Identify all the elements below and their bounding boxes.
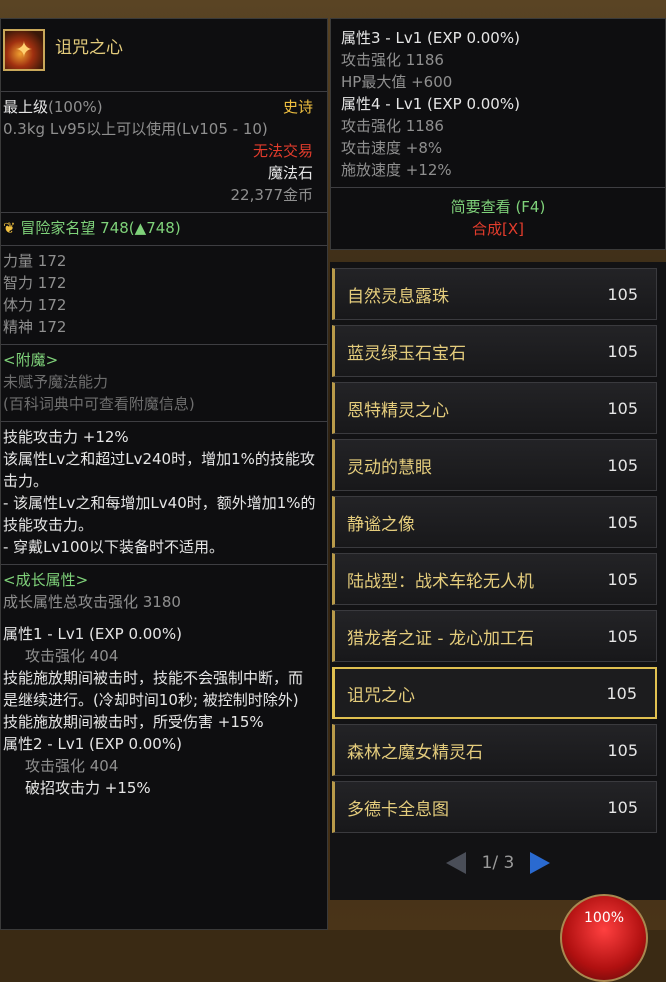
fame-up: 748) (146, 219, 181, 237)
fame-label: 冒险家名望 (20, 219, 96, 237)
list-item[interactable]: 猎龙者之证 - 龙心加工石 105 (332, 610, 657, 662)
page-indicator: 1/ 3 (481, 853, 515, 873)
fame-value: 748( (100, 219, 135, 237)
attr1-atk: 攻击强化 404 (25, 647, 119, 665)
item-rarity: 史诗 (282, 98, 313, 116)
list-item[interactable]: 蓝灵绿玉石宝石 105 (332, 325, 657, 377)
attr4-atk: 攻击强化 1186 (341, 117, 444, 135)
skill-line: 技能攻击力 +12% (3, 428, 129, 446)
enchant-section: <附魔> 未赋予魔法能力 (百科词典中可查看附魔信息) (1, 345, 327, 422)
list-item[interactable]: 恩特精灵之心 105 (332, 382, 657, 434)
list-item[interactable]: 自然灵息露珠 105 (332, 268, 657, 320)
item-basic-info: 最上级(100%) 史诗 0.3kg Lv95以上可以使用(Lv105 - 10… (1, 92, 327, 213)
item-type: 魔法石 (267, 164, 313, 182)
enchant-none: 未赋予魔法能力 (3, 373, 109, 391)
list-item[interactable]: 灵动的慧眼 105 (332, 439, 657, 491)
stat-row: 精神 172 (3, 318, 67, 336)
skill-line: - 该属性Lv之和每增加Lv40时，额外增加1%的技能攻击力。 (3, 494, 316, 534)
list-item[interactable]: 陆战型：战术车轮无人机 105 (332, 553, 657, 605)
attr1-title: 属性1 - Lv1 (EXP 0.00%) (3, 625, 182, 643)
attr2-extra: 破招攻击力 +15% (25, 779, 151, 797)
growth-section: <成长属性> 成长属性总攻击强化 3180 属性1 - Lv1 (EXP 0.0… (1, 565, 327, 805)
item-name: 诅咒之心 (55, 38, 123, 58)
fame-crest-icon: ❦ (3, 219, 16, 237)
fame-section: ❦ 冒险家名望 748(▲748) (1, 213, 327, 246)
item-trade: 无法交易 (252, 142, 313, 160)
stat-row: 力量 172 (3, 252, 67, 270)
item-tooltip-continued: 属性3 - Lv1 (EXP 0.00%) 攻击强化 1186 HP最大值 +6… (330, 18, 666, 250)
attr3-atk: 攻击强化 1186 (341, 51, 444, 69)
skill-line: - 穿戴Lv100以下装备时不适用。 (3, 538, 225, 556)
hp-orb-icon (560, 894, 648, 982)
hp-value: 100% (584, 910, 625, 926)
item-weight: 0.3kg (3, 120, 46, 138)
attr2-atk: 攻击强化 404 (25, 757, 119, 775)
attr4-speed: 攻击速度 +8% (341, 139, 443, 157)
divider (331, 187, 665, 188)
base-stats: 力量 172 智力 172 体力 172 精神 172 (1, 246, 327, 345)
list-item[interactable]: 森林之魔女精灵石 105 (332, 724, 657, 776)
prev-page-icon[interactable] (445, 852, 466, 874)
tooltip-header: ✦ 诅咒之心 (1, 19, 327, 92)
next-page-icon[interactable] (530, 852, 551, 874)
growth-title: <成长属性> (3, 571, 89, 589)
item-grade: 最上级 (3, 98, 49, 116)
synthesize-button[interactable]: 合成[X] (331, 218, 665, 240)
fame-up-icon: ▲ (134, 219, 147, 237)
attr3-hp: HP最大值 +600 (341, 73, 453, 91)
item-grade-pct: (100%) (48, 98, 103, 116)
item-level-req: Lv95以上可以使用(Lv105 - 10) (49, 120, 268, 138)
list-item[interactable]: 多德卡全息图 105 (332, 781, 657, 833)
growth-total: 成长属性总攻击强化 3180 (3, 593, 181, 611)
pagination: 1/ 3 (330, 838, 666, 888)
item-list: 自然灵息露珠 105 蓝灵绿玉石宝石 105 恩特精灵之心 105 灵动的慧眼 105 … (330, 262, 666, 900)
attr2-title: 属性2 - Lv1 (EXP 0.00%) (3, 735, 182, 753)
cursed-heart-icon: ✦ (3, 29, 45, 71)
enchant-hint: (百科词典中可查看附魔信息) (3, 395, 195, 413)
enchant-title: <附魔> (3, 351, 59, 369)
attr1-desc2: 技能施放期间被击时，所受伤害 +15% (3, 713, 264, 731)
stat-row: 智力 172 (3, 274, 67, 292)
item-tooltip-panel: ✦ 诅咒之心 最上级(100%) 史诗 0.3kg Lv95以上可以使用(Lv1… (0, 18, 328, 930)
stat-row: 体力 172 (3, 296, 67, 314)
attr4-title: 属性4 - Lv1 (EXP 0.00%) (341, 95, 520, 113)
attr4-cast: 施放速度 +12% (341, 161, 452, 179)
skill-effect-section: 技能攻击力 +12% 该属性Lv之和超过Lv240时，增加1%的技能攻击力。 -… (1, 422, 327, 565)
list-item[interactable]: 静谧之像 105 (332, 496, 657, 548)
attr1-desc1: 技能施放期间被击时，技能不会强制中断，而是继续进行。(冷却时间10秒; 被控制时… (3, 669, 304, 709)
list-item-selected[interactable]: 诅咒之心 105 (332, 667, 657, 719)
item-price: 22,377金币 (230, 186, 314, 204)
skill-line: 该属性Lv之和超过Lv240时，增加1%的技能攻击力。 (3, 450, 315, 490)
attr3-title: 属性3 - Lv1 (EXP 0.00%) (341, 29, 520, 47)
brief-view-button[interactable]: 简要查看 (F4) (331, 196, 665, 218)
